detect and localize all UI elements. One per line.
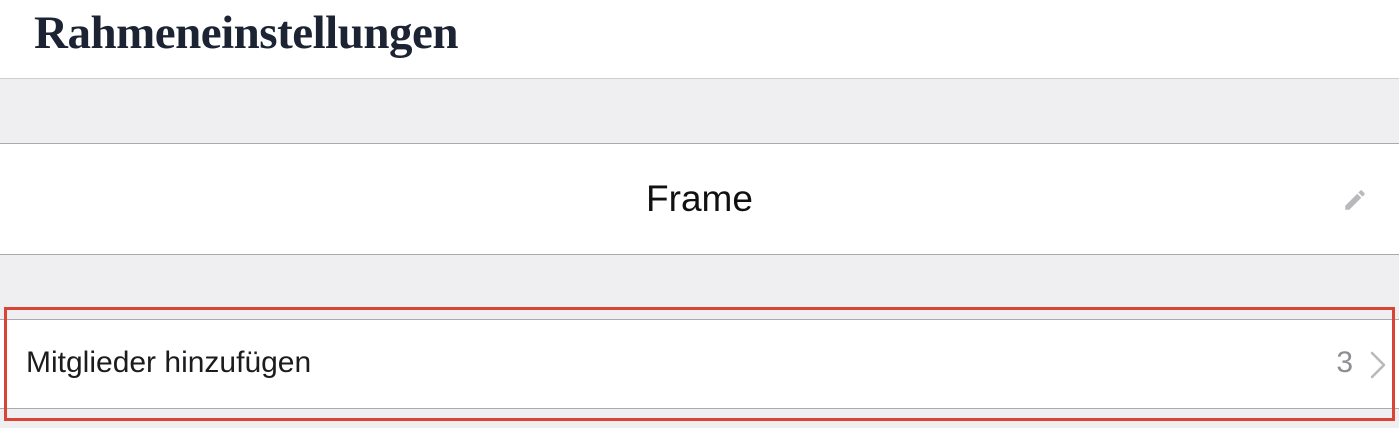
chevron-right-icon	[1370, 351, 1386, 379]
frame-name-row[interactable]: Frame	[0, 143, 1399, 255]
page-title: Rahmeneinstellungen	[34, 7, 459, 59]
edit-name-button[interactable]	[1340, 185, 1370, 215]
pencil-icon	[1345, 190, 1365, 210]
add-members-row[interactable]: Mitglieder hinzufügen 3	[0, 319, 1399, 409]
members-count: 3	[1336, 346, 1353, 379]
frame-settings-screen: Rahmeneinstellungen Frame Mitglieder hin…	[0, 0, 1399, 428]
add-members-label: Mitglieder hinzufügen	[26, 346, 312, 379]
header: Rahmeneinstellungen	[0, 0, 1399, 79]
frame-name: Frame	[646, 178, 753, 219]
